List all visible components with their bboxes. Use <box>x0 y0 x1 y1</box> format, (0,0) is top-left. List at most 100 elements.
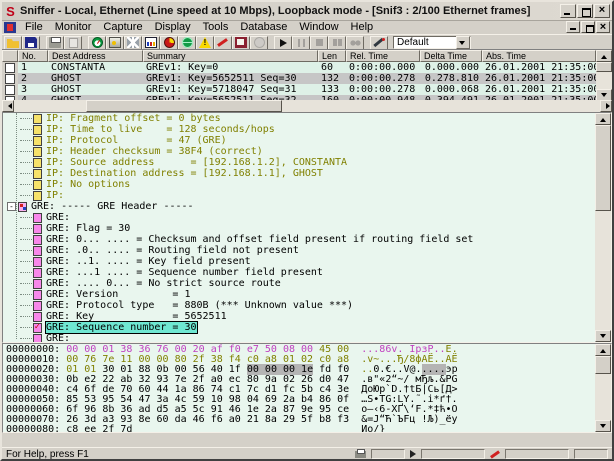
row-checkbox[interactable] <box>5 63 15 73</box>
decode-line[interactable]: GRE: Key = 5652511 <box>3 311 595 322</box>
chevron-down-icon[interactable] <box>456 36 470 49</box>
hex-row[interactable]: 00000060: 6f 96 8b 36 ad d5 a5 5c 91 46 … <box>3 404 595 414</box>
decode-line[interactable]: IP: <box>3 190 595 201</box>
minimize-button[interactable] <box>560 4 576 18</box>
decode-text: GRE: Sequence number = 30 <box>46 322 197 333</box>
scroll-thumb[interactable] <box>595 125 611 211</box>
decode-line[interactable]: GRE: <box>3 212 595 223</box>
minimize-icon <box>570 28 576 30</box>
capture-panel-button[interactable] <box>106 36 124 50</box>
cell-dest: CONSTANTA <box>48 62 143 73</box>
column-header-delta-time[interactable]: Delta Time <box>420 50 482 62</box>
menu-capture[interactable]: Capture <box>97 21 148 33</box>
cell-abs: 26.01.2001 21:35:00 <box>482 73 596 84</box>
matrix-button[interactable] <box>178 36 196 50</box>
decode-line[interactable]: IP: Header checksum = 38F4 (correct) <box>3 146 595 157</box>
tree-stub <box>20 327 32 328</box>
cell-summary: GREv1: Key=5652511 Seq=30 <box>143 73 318 84</box>
decode-line[interactable]: GRE: <box>3 333 595 342</box>
document-icon[interactable] <box>4 22 16 33</box>
menu-display[interactable]: Display <box>149 21 197 33</box>
options-button[interactable] <box>370 36 388 50</box>
decode-line[interactable]: IP: Source address = [192.168.1.2], CONS… <box>3 157 595 168</box>
decode-line[interactable]: -GRE: ----- GRE Header ----- <box>3 201 595 212</box>
column-header-abs-time[interactable]: Abs. Time <box>482 50 596 62</box>
table-row[interactable]: 3GHOSTGREv1: Key=5718047 Seq=311330:00:0… <box>2 84 596 95</box>
scroll-up-button[interactable] <box>595 344 611 356</box>
start-capture-button[interactable] <box>274 36 292 50</box>
ip-field-icon <box>33 191 42 201</box>
decode-line[interactable]: GRE: .0.. .... = Routing field not prese… <box>3 245 595 256</box>
decode-line[interactable]: GRE: Version = 1 <box>3 289 595 300</box>
row-checkbox[interactable] <box>5 85 15 95</box>
decode-line-selected[interactable]: GRE: Sequence number = 30 <box>3 322 595 333</box>
hex-row[interactable]: 00000050: 85 53 95 54 47 3a 4c 59 10 98 … <box>3 394 595 404</box>
restore-button[interactable] <box>577 4 593 18</box>
column-header-len[interactable]: Len <box>318 50 346 62</box>
mdi-minimize-button[interactable] <box>566 21 580 33</box>
hex-row[interactable]: 00000020: 01 01 30 01 88 0b 00 56 40 1f … <box>3 364 595 374</box>
bar-chart-button[interactable] <box>142 36 160 50</box>
column-header-dest-address[interactable]: Dest Address <box>48 50 143 62</box>
table-vscrollbar[interactable] <box>596 50 612 101</box>
hex-row[interactable]: 00000000: 00 00 01 38 36 76 00 20 af f0 … <box>3 344 595 354</box>
close-button[interactable]: × <box>594 4 610 18</box>
scroll-thumb[interactable] <box>596 62 612 72</box>
column-header-rel-time[interactable]: Rel. Time <box>346 50 420 62</box>
column-header-summary[interactable]: Summary <box>143 50 318 62</box>
decode-line[interactable]: GRE: Flag = 30 <box>3 223 595 234</box>
mdi-restore-button[interactable] <box>581 21 595 33</box>
pie-chart-button[interactable] <box>160 36 178 50</box>
menu-help[interactable]: Help <box>345 21 380 33</box>
row-checkbox[interactable] <box>5 74 15 84</box>
save-button[interactable] <box>22 36 40 50</box>
dashboard-button[interactable] <box>88 36 106 50</box>
menu-tools[interactable]: Tools <box>197 21 235 33</box>
scroll-thumb[interactable] <box>595 356 611 374</box>
profile-select[interactable]: Default <box>393 36 471 49</box>
decode-line[interactable]: IP: Protocol = 47 (GRE) <box>3 135 595 146</box>
decode-line[interactable]: IP: No options <box>3 179 595 190</box>
status-panel <box>371 449 405 459</box>
address-book-button[interactable] <box>232 36 250 50</box>
open-button[interactable] <box>4 36 22 50</box>
table-row[interactable]: 1CONSTANTAGREv1: Key=0600:00:00.0000.000… <box>2 62 596 73</box>
scroll-down-button[interactable] <box>595 330 611 342</box>
menu-monitor[interactable]: Monitor <box>49 21 98 33</box>
decode-vscrollbar[interactable] <box>595 113 611 342</box>
mdi-close-button[interactable]: × <box>596 21 610 33</box>
decode-text: IP: Protocol = 47 (GRE) <box>46 135 227 146</box>
decode-line[interactable]: GRE: 0... .... = Checksum and offset fie… <box>3 234 595 245</box>
print-button[interactable] <box>46 36 64 50</box>
table-row[interactable]: 2GHOSTGREv1: Key=5652511 Seq=301320:00:0… <box>2 73 596 84</box>
hex-row[interactable]: 00000070: 26 3d a3 93 8e 60 da 46 f6 a0 … <box>3 414 595 424</box>
decode-line[interactable]: IP: Fragment offset = 0 bytes <box>3 113 595 124</box>
hex-row[interactable]: 00000040: c4 6f de 70 60 44 1a 86 74 c1 … <box>3 384 595 394</box>
column-header-no[interactable]: No. <box>18 50 48 62</box>
scroll-thumb[interactable] <box>86 100 282 112</box>
alarm-log-button[interactable] <box>196 36 214 50</box>
decode-text: GRE: Flag = 30 <box>46 223 130 234</box>
scroll-up-button[interactable] <box>596 50 612 62</box>
scroll-left-button[interactable] <box>2 100 14 112</box>
collapse-minus-icon[interactable]: - <box>7 202 16 211</box>
menu-file[interactable]: File <box>19 21 49 33</box>
decode-line[interactable]: GRE: .... 0... = No strict source route <box>3 278 595 289</box>
define-filter-button[interactable] <box>124 36 142 50</box>
scroll-down-button[interactable] <box>595 420 611 432</box>
menu-window[interactable]: Window <box>293 21 344 33</box>
hex-vscrollbar[interactable] <box>595 344 611 432</box>
hex-row[interactable]: 00000010: 00 76 7e 11 00 00 80 2f 38 f4 … <box>3 354 595 364</box>
table-hscrollbar[interactable] <box>2 100 612 112</box>
hex-row[interactable]: 00000030: 0b e2 22 ab 32 93 7e 2f a0 ec … <box>3 374 595 384</box>
decode-line[interactable]: GRE: ...1 .... = Sequence number field p… <box>3 267 595 278</box>
decode-line[interactable]: IP: Destination address = [192.168.1.1],… <box>3 168 595 179</box>
decode-line[interactable]: GRE: Protocol type = 880B (*** Unknown v… <box>3 300 595 311</box>
capture-filter-button[interactable] <box>214 36 232 50</box>
decode-line[interactable]: GRE: ..1. .... = Key field present <box>3 256 595 267</box>
hex-row[interactable]: 00000080: c8 ee 2f 7d Ио/} <box>3 424 595 432</box>
scroll-up-button[interactable] <box>595 113 611 125</box>
decode-line[interactable]: IP: Time to live = 128 seconds/hops <box>3 124 595 135</box>
menu-database[interactable]: Database <box>234 21 293 33</box>
scroll-right-button[interactable] <box>600 100 612 112</box>
